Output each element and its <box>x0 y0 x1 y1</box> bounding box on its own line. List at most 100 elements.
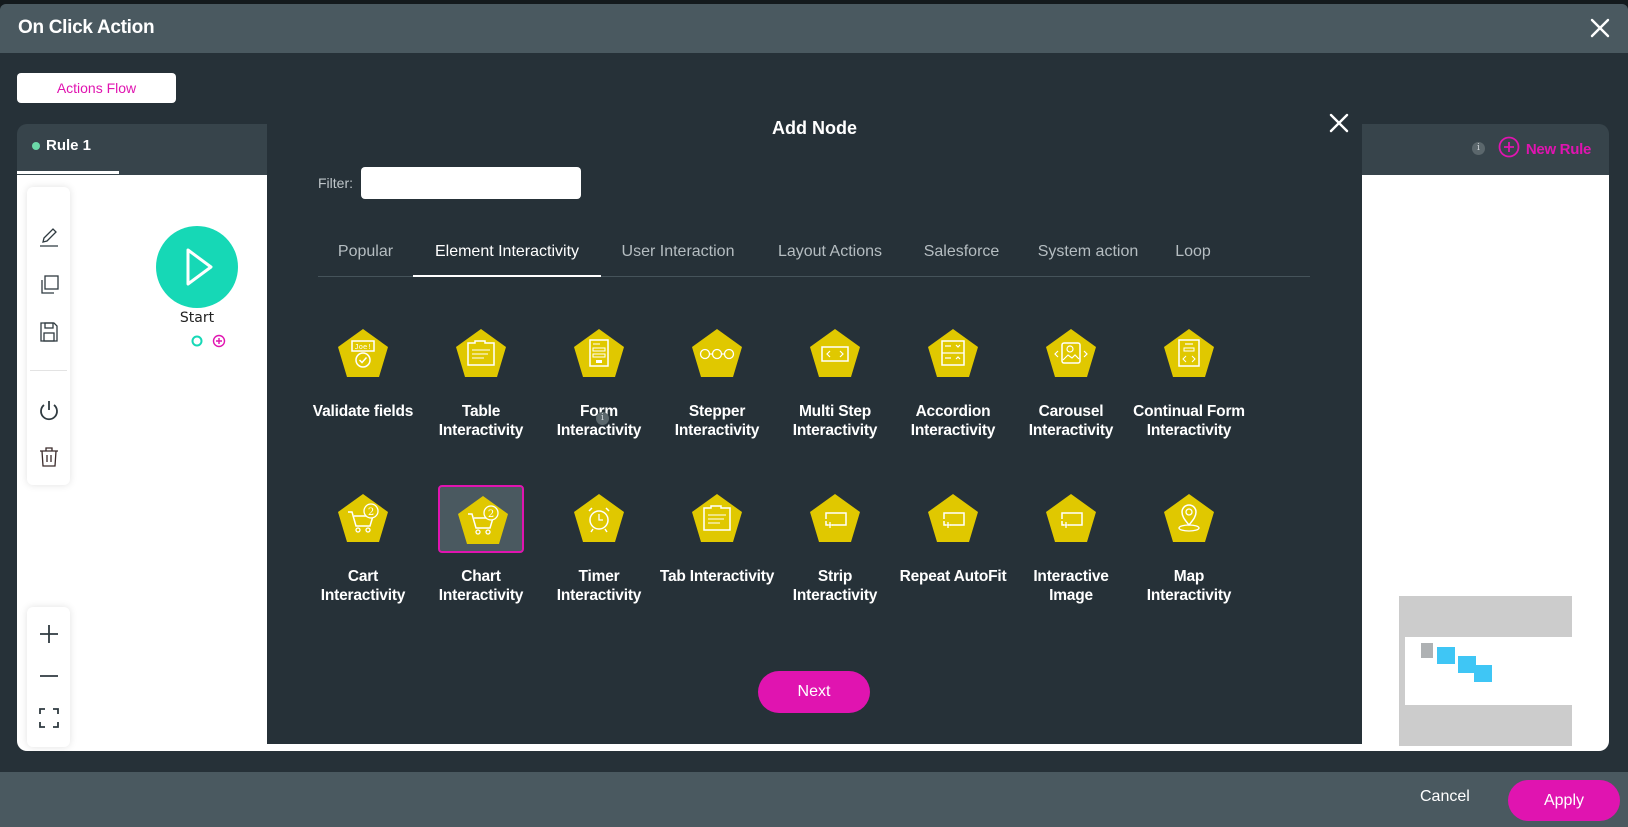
table-icon <box>456 329 506 377</box>
node-item-timer-interactivity[interactable]: Timer Interactivity <box>540 485 658 605</box>
node-item-form-interactivity[interactable]: Form Interactivity i <box>540 320 658 440</box>
rule-tab-label: Rule 1 <box>46 137 92 154</box>
carousel-icon <box>1046 329 1096 377</box>
node-item-multi-step-interactivity[interactable]: Multi Step Interactivity <box>776 320 894 440</box>
svg-text:2: 2 <box>368 507 374 518</box>
filter-label: Filter: <box>318 175 353 191</box>
node-item-stepper-interactivity[interactable]: Stepper Interactivity <box>658 320 776 440</box>
fit-screen-icon[interactable] <box>37 706 61 730</box>
node-item-label: Interactive Image <box>1033 568 1109 604</box>
cancel-button[interactable]: Cancel <box>1420 788 1470 806</box>
rule-tab-1[interactable]: Rule 1 <box>17 124 119 174</box>
node-item-label: Multi Step Interactivity <box>792 403 878 439</box>
node-item-label: Strip Interactivity <box>792 568 878 604</box>
close-icon[interactable] <box>1588 16 1612 40</box>
node-item-icon-wrap <box>556 320 642 388</box>
node-item-icon-wrap <box>438 320 524 388</box>
modal-footer: Cancel Apply <box>0 772 1628 827</box>
node-item-icon-wrap <box>674 485 760 553</box>
node-item-accordion-interactivity[interactable]: Accordion Interactivity <box>894 320 1012 440</box>
continual-form-icon <box>1164 329 1214 377</box>
info-icon[interactable]: i <box>1472 142 1485 155</box>
node-item-label: Repeat AutoFit <box>899 568 1007 585</box>
node-item-chart-interactivity[interactable]: 2 Chart Interactivity <box>422 485 540 605</box>
node-item-icon-wrap: 2 <box>320 485 406 553</box>
node-item-cart-interactivity[interactable]: 2 Cart Interactivity <box>304 485 422 605</box>
map-pin-icon <box>1164 494 1214 542</box>
cart-icon: 2 <box>338 494 388 542</box>
duplicate-icon[interactable] <box>37 273 61 297</box>
node-item-icon-wrap <box>792 485 878 553</box>
node-item-table-interactivity[interactable]: Table Interactivity <box>422 320 540 440</box>
add-node-dialog: Add Node Filter: Popular Element Interac… <box>267 102 1362 744</box>
power-icon[interactable] <box>37 399 61 423</box>
node-item-validate-fields[interactable]: Joe! Validate fields <box>304 320 422 421</box>
info-icon[interactable]: i <box>596 412 609 425</box>
node-item-icon-wrap: 2 <box>438 485 524 553</box>
modal-header: On Click Action <box>0 4 1628 53</box>
node-item-label: Map Interactivity <box>1146 568 1232 604</box>
cart-icon: 2 <box>458 496 508 544</box>
zoom-in-icon[interactable] <box>37 622 61 646</box>
on-click-action-modal: On Click Action Actions Flow Rule 1 i Ne… <box>0 4 1628 827</box>
node-item-strip-interactivity[interactable]: Strip Interactivity <box>776 485 894 605</box>
next-button[interactable]: Next <box>758 671 870 713</box>
tab-popular[interactable]: Popular <box>318 227 413 277</box>
actions-flow-tab[interactable]: Actions Flow <box>17 73 176 103</box>
filter-input[interactable] <box>361 167 581 199</box>
stepper-icon <box>692 329 742 377</box>
tab-salesforce[interactable]: Salesforce <box>905 227 1018 277</box>
minimap-node <box>1474 665 1492 682</box>
minimap[interactable] <box>1399 596 1592 746</box>
alarm-clock-icon <box>574 494 624 542</box>
save-icon[interactable] <box>37 320 61 344</box>
multi-step-icon <box>810 329 860 377</box>
node-item-icon-wrap <box>1028 320 1114 388</box>
add-node-title: Add Node <box>772 118 857 138</box>
node-item-label: Continual Form Interactivity <box>1133 403 1245 439</box>
node-item-label: Tab Interactivity <box>659 568 775 585</box>
node-item-interactive-image[interactable]: Interactive Image <box>1012 485 1130 605</box>
node-item-icon-wrap: Joe! <box>320 320 406 388</box>
node-item-label: Validate fields <box>312 403 414 420</box>
tab-layout-actions[interactable]: Layout Actions <box>755 227 905 277</box>
tab-system-action[interactable]: System action <box>1018 227 1158 277</box>
node-item-map-interactivity[interactable]: Map Interactivity <box>1130 485 1248 605</box>
node-item-label: Accordion Interactivity <box>910 403 996 439</box>
tab-folder-icon <box>692 494 742 542</box>
apply-button[interactable]: Apply <box>1508 780 1620 821</box>
strip-icon <box>810 494 860 542</box>
node-item-continual-form-interactivity[interactable]: Continual Form Interactivity <box>1130 320 1248 440</box>
validate-fields-icon: Joe! <box>338 329 388 377</box>
node-item-tab-interactivity[interactable]: Tab Interactivity <box>658 485 776 586</box>
zoom-out-icon[interactable] <box>37 664 61 688</box>
node-connector-icon[interactable] <box>190 334 204 348</box>
start-node[interactable] <box>156 226 238 308</box>
node-item-icon-wrap <box>1146 320 1232 388</box>
close-icon[interactable] <box>1328 112 1350 134</box>
edit-icon[interactable] <box>37 225 61 249</box>
minimap-viewport[interactable] <box>1405 637 1592 705</box>
node-item-label: Chart Interactivity <box>438 568 524 604</box>
rule-status-dot <box>32 142 40 150</box>
node-item-icon-wrap <box>910 485 996 553</box>
trash-icon[interactable] <box>37 445 61 469</box>
tab-user-interaction[interactable]: User Interaction <box>601 227 755 277</box>
start-node-label: Start <box>179 310 215 326</box>
minimap-node <box>1437 647 1455 664</box>
zoom-controls <box>27 607 70 747</box>
accordion-icon <box>928 329 978 377</box>
node-item-icon-wrap <box>556 485 642 553</box>
tab-element-interactivity[interactable]: Element Interactivity <box>413 227 601 277</box>
node-item-repeat-autofit[interactable]: Repeat AutoFit <box>894 485 1012 586</box>
node-item-carousel-interactivity[interactable]: Carousel Interactivity <box>1012 320 1130 440</box>
node-item-label: Timer Interactivity <box>556 568 642 604</box>
tab-loop[interactable]: Loop <box>1158 227 1228 277</box>
new-rule-button[interactable]: New Rule <box>1498 136 1591 162</box>
node-item-icon-wrap <box>1028 485 1114 553</box>
svg-text:2: 2 <box>488 509 494 520</box>
node-item-icon-wrap <box>674 320 760 388</box>
node-item-icon-wrap <box>910 320 996 388</box>
modal-title: On Click Action <box>18 17 155 38</box>
add-node-plus-icon[interactable] <box>212 334 226 348</box>
